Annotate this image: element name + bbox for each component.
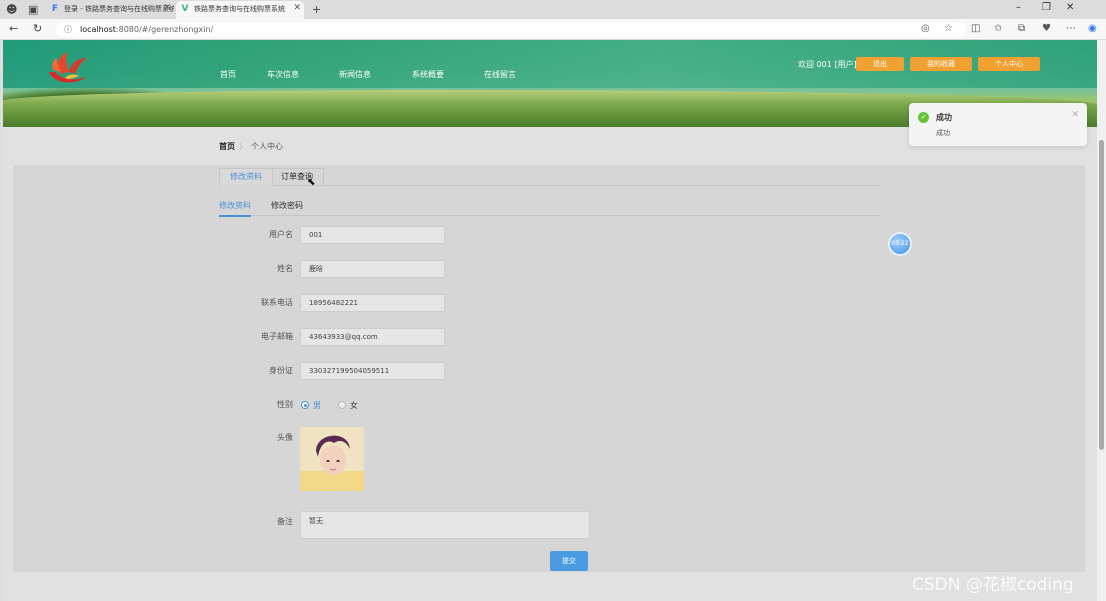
tab-favicon-icon: V: [181, 4, 189, 14]
browser-tab-login[interactable]: F 登录 - 铁路票务查询与在线购票系统 ✕: [46, 1, 174, 19]
email-label: 电子邮箱: [261, 332, 293, 341]
gender-female-label[interactable]: 女: [350, 400, 358, 411]
close-icon[interactable]: ✕: [1071, 110, 1079, 120]
idcard-field[interactable]: 330327199504059511: [300, 362, 445, 380]
new-tab-icon[interactable]: +: [312, 3, 321, 16]
success-toast: ✓ 成功 成功 ✕: [909, 103, 1087, 146]
tab-edit-info[interactable]: 修改资料: [219, 200, 251, 217]
gender-label: 性别: [277, 400, 293, 409]
browser-chrome: ☻ ▣ F 登录 - 铁路票务查询与在线购票系统 ✕ V 铁路票务查询与在线购票…: [0, 0, 1106, 40]
browser-tab-label: 登录 - 铁路票务查询与在线购票系统: [64, 5, 174, 13]
browser-tab-bar: ☻ ▣ F 登录 - 铁路票务查询与在线购票系统 ✕ V 铁路票务查询与在线购票…: [0, 0, 1106, 19]
tab-actions-icon[interactable]: ▣: [28, 3, 38, 16]
phone-label: 联系电话: [261, 298, 293, 307]
idcard-label: 身份证: [269, 366, 293, 375]
welcome-text: 欢迎 001 [用户]: [798, 60, 857, 69]
split-screen-icon[interactable]: ◫: [971, 23, 980, 34]
close-icon[interactable]: ✕: [293, 3, 301, 13]
my-favorites-button[interactable]: 我的收藏: [910, 57, 972, 71]
breadcrumb-current: 个人中心: [251, 142, 283, 151]
url-host: localhost: [80, 25, 116, 34]
check-circle-icon: ✓: [918, 112, 929, 123]
tab-favicon-icon: F: [51, 4, 59, 14]
floating-timer-ball[interactable]: 03:22: [888, 232, 912, 256]
profile-center-button[interactable]: 个人中心: [978, 57, 1040, 71]
inner-tabs: 修改资料 修改密码: [219, 199, 881, 217]
breadcrumb: 首页〉个人中心: [219, 141, 283, 152]
gender-radio-female[interactable]: [338, 401, 346, 409]
submit-button[interactable]: 提交: [550, 551, 588, 571]
favorites-icon[interactable]: ✩: [994, 23, 1002, 34]
reload-icon[interactable]: ↻: [33, 22, 42, 36]
name-label: 姓名: [277, 264, 293, 273]
scrollbar-thumb[interactable]: [1099, 140, 1104, 450]
outer-tabs: 修改资料 订单查询: [219, 165, 881, 186]
breadcrumb-home[interactable]: 首页: [219, 142, 235, 151]
name-field[interactable]: 鹿晗: [300, 260, 445, 278]
minimize-icon[interactable]: –: [1016, 2, 1021, 13]
logout-button[interactable]: 退出: [856, 57, 904, 71]
back-icon[interactable]: ←: [9, 22, 18, 36]
nav-system-overview[interactable]: 系统概要: [412, 69, 444, 80]
gender-male-label[interactable]: 男: [313, 400, 321, 411]
translate-icon[interactable]: ◎: [921, 23, 930, 34]
close-icon[interactable]: ✕: [163, 3, 171, 13]
tab-change-password[interactable]: 修改密码: [271, 200, 303, 211]
phone-field[interactable]: 18956482221: [300, 294, 445, 312]
collections-icon[interactable]: ⧉: [1018, 23, 1025, 34]
tab-order-query[interactable]: 订单查询: [271, 168, 324, 186]
toast-message: 成功: [936, 129, 950, 137]
page-content: 首页 车次信息 新闻信息 系统概要 在线留言 欢迎 001 [用户] 退出 我的…: [3, 40, 1097, 601]
copilot-icon[interactable]: ◉: [1088, 23, 1097, 34]
nav-news[interactable]: 新闻信息: [339, 69, 371, 80]
nav-home[interactable]: 首页: [220, 69, 236, 80]
toast-title: 成功: [936, 113, 952, 122]
browser-address-bar-row: ← ↻ ⓘ localhost:8080/#/gerenzhongxin/ ◎ …: [0, 19, 1106, 40]
url-path: :8080/#/gerenzhongxin/: [115, 25, 214, 34]
remark-field[interactable]: 暂无: [300, 511, 590, 539]
browser-tab-label: 铁路票务查询与在线购票系统: [194, 5, 285, 13]
username-field[interactable]: 001: [300, 226, 445, 244]
avatar-label: 头像: [277, 433, 293, 442]
breadcrumb-separator-icon: 〉: [239, 142, 247, 151]
browser-tab-system[interactable]: V 铁路票务查询与在线购票系统 ✕: [176, 1, 304, 19]
remark-label: 备注: [277, 517, 293, 526]
info-icon[interactable]: ⓘ: [64, 22, 72, 37]
more-icon[interactable]: ⋯: [1066, 23, 1076, 34]
star-icon[interactable]: ☆: [944, 23, 953, 34]
restore-icon[interactable]: ❐: [1042, 2, 1051, 13]
address-bar[interactable]: ⓘ localhost:8080/#/gerenzhongxin/: [56, 22, 966, 37]
site-logo[interactable]: [43, 50, 91, 88]
avatar[interactable]: [300, 427, 364, 491]
close-window-icon[interactable]: ✕: [1066, 2, 1074, 13]
watermark: CSDN @花椒coding: [912, 575, 1074, 595]
page-scrollbar[interactable]: [1097, 40, 1106, 601]
tab-edit-profile[interactable]: 修改资料: [219, 168, 273, 186]
mouse-cursor-icon: ⬉: [307, 177, 316, 188]
extensions-icon[interactable]: ♥: [1042, 23, 1051, 34]
nav-message-board[interactable]: 在线留言: [484, 69, 516, 80]
profile-panel: 修改资料 订单查询 ⬉ 修改资料 修改密码 用户名 001 姓名 鹿晗 联系电话…: [13, 165, 1085, 572]
profile-icon[interactable]: ☻: [6, 3, 17, 16]
gender-radio-male[interactable]: [301, 401, 309, 409]
username-label: 用户名: [269, 230, 293, 239]
email-field[interactable]: 43643933@qq.com: [300, 328, 445, 346]
nav-train-info[interactable]: 车次信息: [267, 69, 299, 80]
